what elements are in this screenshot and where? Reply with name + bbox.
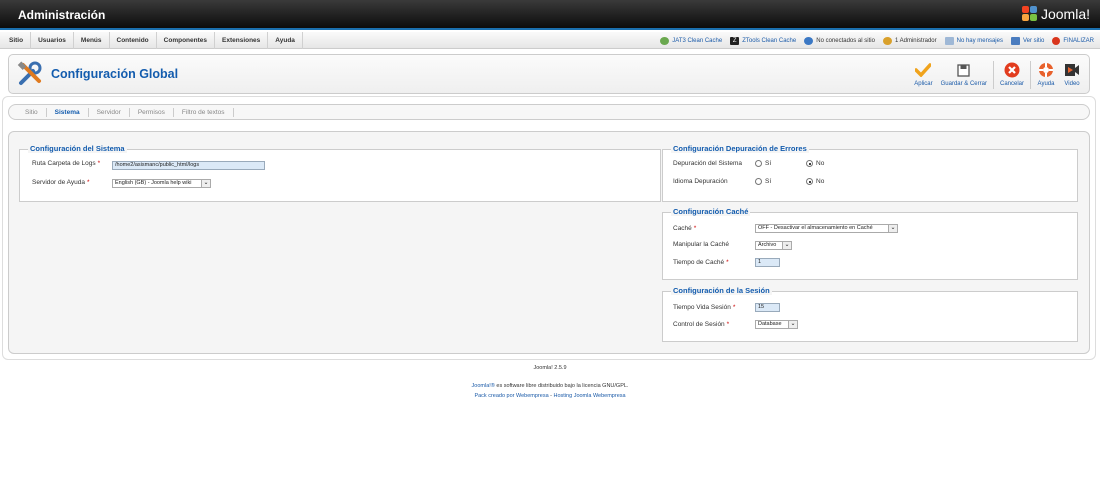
checkmark-icon	[914, 61, 932, 79]
required-marker: *	[732, 304, 736, 311]
debug-config-fieldset: Configuración Depuración de Errores Depu…	[662, 144, 1078, 202]
debug-system-label: Depuración del Sistema	[673, 160, 743, 167]
help-server-label: Servidor de Ayuda	[32, 179, 85, 186]
radio-label-no: No	[816, 178, 825, 185]
joomla-logo-icon	[1021, 6, 1038, 22]
page-title: Configuración Global	[51, 67, 179, 81]
header-title: Administración	[18, 8, 106, 22]
tab-servidor[interactable]: Servidor	[89, 107, 130, 117]
joomla-logo-text: Joomla!	[1040, 6, 1090, 22]
save-icon	[955, 61, 973, 79]
radio-label-yes: Sí	[765, 178, 772, 185]
menu-extensiones[interactable]: Extensiones	[215, 32, 269, 49]
cache-select[interactable]: OFF - Desactivar el almacenamiento en Ca…	[755, 224, 898, 233]
joomla-link[interactable]: Joomla!®	[472, 383, 495, 389]
tools-icon	[17, 61, 43, 87]
webempresa-pack-link[interactable]: Pack creado por Webempresa	[474, 393, 548, 399]
menu-sitio[interactable]: Sitio	[2, 32, 32, 49]
required-marker: *	[726, 321, 730, 328]
cancel-icon	[1003, 61, 1021, 79]
chevron-down-icon: ⌄	[201, 180, 210, 187]
cache-time-input[interactable]: 1	[755, 258, 780, 267]
admins-status: 1 Administrador	[882, 36, 937, 45]
debug-language-no-radio[interactable]	[806, 178, 813, 185]
help-button[interactable]: Ayuda	[1033, 59, 1059, 91]
system-config-fieldset: Configuración del Sistema Ruta Carpeta d…	[19, 144, 661, 202]
page-toolbar: Configuración Global Aplicar Guardar & C…	[8, 54, 1090, 94]
jat3-clean-cache-link[interactable]: JAT3 Clean Cache	[660, 36, 722, 45]
menu-menus[interactable]: Menús	[74, 32, 110, 49]
video-button[interactable]: Video	[1059, 59, 1085, 91]
recycle-icon	[660, 36, 670, 45]
menu-contenido[interactable]: Contenido	[110, 32, 157, 49]
tab-sitio[interactable]: Sitio	[17, 107, 47, 117]
license-text: es software libre distribuido bajo la li…	[494, 383, 629, 389]
log-path-label: Ruta Carpeta de Logs	[32, 160, 96, 167]
footer-version: Joomla! 2.5.9	[533, 365, 567, 371]
session-handler-label: Control de Sesión	[673, 321, 725, 328]
cache-handler-label: Manipular la Caché	[673, 241, 730, 248]
toolbar-divider	[992, 61, 994, 89]
debug-system-no-radio[interactable]	[806, 160, 813, 167]
logout-link[interactable]: FINALIZAR	[1052, 36, 1094, 45]
required-marker: *	[693, 225, 697, 232]
menu-ayuda[interactable]: Ayuda	[268, 32, 303, 49]
session-handler-select[interactable]: Database ⌄	[755, 320, 798, 329]
apply-button[interactable]: Aplicar	[910, 59, 936, 91]
cancel-button[interactable]: Cancelar	[996, 59, 1028, 91]
admin-header: Administración Joomla!	[0, 0, 1100, 30]
footer-license: Joomla!® es software libre distribuido b…	[0, 383, 1100, 389]
main-menu-bar: Sitio Usuarios Menús Contenido Component…	[0, 32, 1100, 49]
cache-time-label: Tiempo de Caché	[673, 259, 725, 266]
monitor-icon	[1010, 36, 1020, 45]
debug-language-label: Idioma Depuración	[673, 178, 728, 185]
tab-sistema[interactable]: Sistema	[47, 107, 89, 117]
session-lifetime-label: Tiempo Vida Sesión	[673, 304, 731, 311]
tab-permisos[interactable]: Permisos	[130, 107, 174, 117]
messages-link[interactable]: No hay mensajes	[944, 36, 1003, 45]
required-marker: *	[97, 160, 101, 167]
required-marker: *	[87, 179, 90, 186]
required-marker: *	[726, 259, 729, 266]
session-lifetime-input[interactable]: 15	[755, 303, 780, 312]
radio-label-no: No	[816, 160, 825, 167]
cache-config-fieldset: Configuración Caché Caché * OFF - Desact…	[662, 207, 1078, 280]
visitors-status: No conectados al sitio	[804, 36, 875, 45]
radio-label-yes: Sí	[765, 160, 772, 167]
video-icon	[1063, 61, 1081, 79]
chevron-down-icon: ⌄	[888, 225, 897, 232]
chevron-down-icon: ⌄	[782, 242, 791, 249]
menu-usuarios[interactable]: Usuarios	[31, 32, 74, 49]
system-config-legend: Configuración del Sistema	[28, 144, 127, 153]
save-close-button[interactable]: Guardar & Cerrar	[937, 59, 991, 91]
lifebuoy-icon	[1037, 61, 1055, 79]
mail-icon	[944, 36, 954, 45]
users-icon	[804, 36, 814, 45]
view-site-link[interactable]: Ver sitio	[1010, 36, 1044, 45]
log-path-input[interactable]: /home2/asismanc/public_html/logs	[112, 161, 265, 170]
admin-user-icon	[882, 36, 892, 45]
toolbar-divider	[1030, 61, 1031, 89]
cache-handler-select[interactable]: Archivo ⌄	[755, 241, 792, 250]
cache-config-legend: Configuración Caché	[671, 207, 751, 216]
joomla-logo: Joomla!	[1021, 6, 1090, 22]
session-config-fieldset: Configuración de la Sesión Tiempo Vida S…	[662, 286, 1078, 342]
debug-language-yes-radio[interactable]	[755, 178, 762, 185]
menu-componentes[interactable]: Componentes	[157, 32, 215, 49]
chevron-down-icon: ⌄	[788, 321, 797, 328]
config-tabs: Sitio Sistema Servidor Permisos Filtro d…	[8, 104, 1090, 120]
ztools-icon: Z	[730, 36, 740, 45]
ztools-clean-cache-link[interactable]: Z ZTools Clean Cache	[730, 36, 796, 45]
tab-filtro-textos[interactable]: Filtro de textos	[174, 107, 234, 117]
cache-label: Caché	[673, 225, 692, 232]
power-icon	[1052, 36, 1061, 45]
config-panel: Configuración del Sistema Ruta Carpeta d…	[8, 131, 1090, 354]
debug-system-yes-radio[interactable]	[755, 160, 762, 167]
footer-credits: Pack creado por Webempresa - Hosting Joo…	[0, 393, 1100, 399]
debug-config-legend: Configuración Depuración de Errores	[671, 144, 809, 153]
help-server-select[interactable]: English (GB) - Joomla help wiki ⌄	[112, 179, 211, 188]
session-config-legend: Configuración de la Sesión	[671, 286, 772, 295]
webempresa-hosting-link[interactable]: Hosting Joomla Webempresa	[554, 393, 626, 399]
